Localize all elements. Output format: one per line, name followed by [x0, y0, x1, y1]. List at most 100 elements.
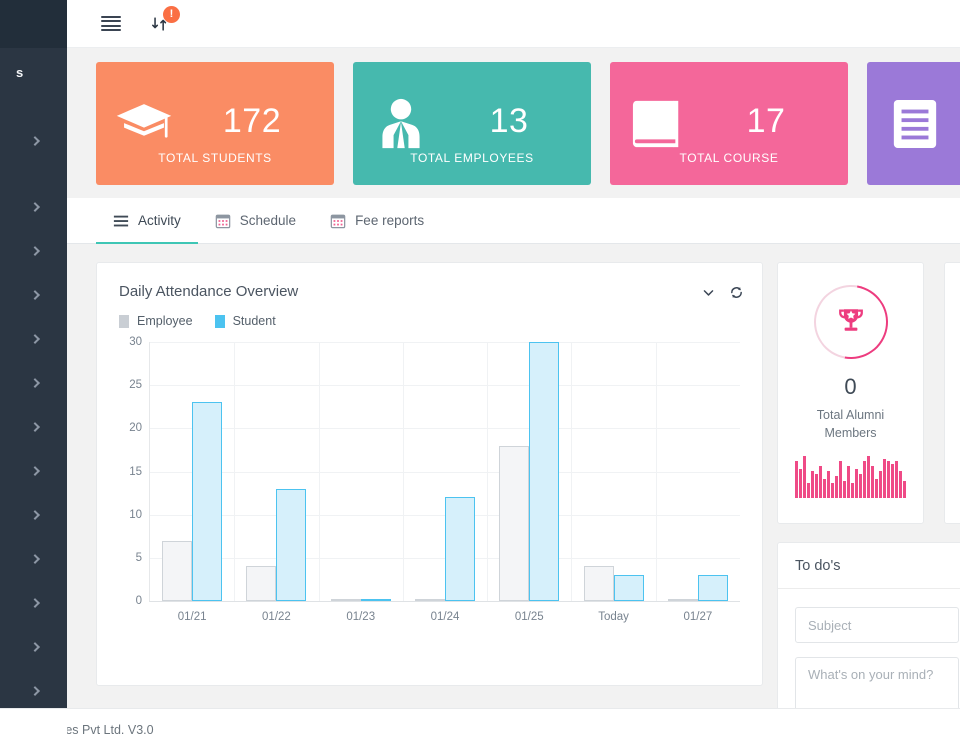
bar-student[interactable]	[192, 402, 223, 601]
bar-employee[interactable]	[667, 599, 698, 601]
sidebar-item-11[interactable]	[0, 628, 67, 672]
sync-swap-button[interactable]: !	[151, 5, 180, 33]
alumni-label-line2: Members	[824, 426, 877, 441]
alumni-count: 0	[844, 374, 857, 399]
sidebar-item-4[interactable]	[0, 320, 67, 364]
sparkline-bar	[811, 471, 814, 499]
stat-value: 13	[489, 101, 529, 140]
tab-bar: Activity Schedule Fee reports	[67, 198, 960, 244]
bar-group	[319, 342, 403, 601]
legend-item-student[interactable]: Student	[214, 314, 276, 328]
stat-value-wrap	[953, 122, 960, 126]
y-axis-tick: 20	[129, 422, 142, 435]
refresh-icon[interactable]	[729, 285, 744, 300]
dashboard-page: s ! 172 TOTAL STUDENTS 13 TOTAL EMPLOYEES 17…	[0, 0, 960, 750]
stat-label: TOTAL COURSE	[679, 151, 779, 165]
bar-group	[150, 342, 234, 601]
bar-employee[interactable]	[162, 540, 193, 601]
notification-badge: !	[163, 5, 180, 23]
tab-fee-reports[interactable]: Fee reports	[313, 198, 441, 243]
right-partial-card	[944, 262, 960, 524]
x-axis-tick: 01/24	[430, 611, 460, 623]
sidebar-item-0[interactable]	[0, 100, 67, 188]
sidebar-item-10[interactable]	[0, 584, 67, 628]
bar-group	[403, 342, 487, 601]
y-axis-tick: 25	[129, 379, 142, 392]
alumni-label-line1: Total Alumni	[816, 408, 885, 422]
legend-label: Student	[232, 314, 276, 328]
hamburger-icon[interactable]	[101, 16, 121, 31]
stat-card-1[interactable]: 13 TOTAL EMPLOYEES	[353, 62, 591, 185]
chevron-right-icon	[30, 290, 40, 300]
stat-value: 17	[746, 101, 786, 140]
sidebar-item-2[interactable]	[0, 232, 67, 276]
sparkline-bar	[883, 458, 886, 499]
calendar-icon	[330, 213, 346, 229]
bar-employee[interactable]	[583, 566, 614, 601]
footer: S Technologies Pvt Ltd. V3.0	[0, 708, 960, 750]
tab-activity[interactable]: Activity	[96, 198, 198, 244]
sidebar-item-8[interactable]	[0, 496, 67, 540]
sparkline-bar	[851, 483, 854, 499]
todo-form	[778, 589, 960, 717]
sparkline-bar	[879, 471, 882, 499]
bar-student[interactable]	[613, 575, 644, 601]
list-icon	[113, 214, 129, 228]
y-axis-tick: 15	[129, 465, 142, 478]
sidebar-item-3[interactable]	[0, 276, 67, 320]
bar-employee[interactable]	[246, 566, 277, 601]
bar-employee[interactable]	[414, 599, 445, 601]
bar-employee[interactable]	[499, 445, 530, 601]
trophy-icon	[838, 309, 863, 331]
y-axis-tick: 5	[135, 551, 142, 564]
tab-label: Schedule	[239, 213, 297, 228]
bar-group	[487, 342, 571, 601]
y-axis-tick: 30	[129, 336, 142, 348]
chevron-down-icon[interactable]	[702, 286, 715, 299]
legend-item-employee[interactable]: Employee	[119, 314, 193, 328]
bar-group	[234, 342, 318, 601]
sidebar-item-7[interactable]	[0, 452, 67, 496]
bar-student[interactable]	[444, 497, 475, 601]
sidebar-item-9[interactable]	[0, 540, 67, 584]
sidebar-item-1[interactable]	[0, 188, 67, 232]
bar-student[interactable]	[276, 488, 307, 601]
sparkline-bar	[803, 456, 806, 499]
bar-student[interactable]	[529, 342, 560, 601]
sparkline-bar	[891, 463, 894, 499]
stat-card-3[interactable]: T	[867, 62, 960, 185]
sparkline-bar	[863, 461, 866, 499]
todo-subject-input[interactable]	[795, 607, 959, 643]
sparkline-bar	[859, 473, 862, 499]
tab-schedule[interactable]: Schedule	[198, 198, 313, 243]
chart-title: Daily Attendance Overview	[119, 283, 299, 300]
chevron-right-icon	[30, 642, 40, 652]
sparkline-bar	[799, 468, 802, 499]
sparkline-bar	[819, 466, 822, 499]
chart-card-actions	[702, 283, 744, 300]
sparkline-bar	[795, 461, 798, 499]
bar-student[interactable]	[697, 575, 728, 601]
todo-title: To do's	[778, 543, 960, 589]
graduation-cap-icon	[96, 100, 182, 148]
bar-student[interactable]	[360, 599, 391, 601]
legend-swatch	[119, 314, 129, 328]
sparkline-bar	[815, 473, 818, 499]
chevron-right-icon	[30, 246, 40, 256]
sidebar-brand-area	[0, 0, 67, 48]
x-axis-tick: 01/25	[514, 611, 544, 623]
stat-card-0[interactable]: 172 TOTAL STUDENTS	[96, 62, 334, 185]
sparkline-bar	[835, 476, 838, 499]
x-axis-tick: 01/27	[683, 611, 713, 623]
bar-employee[interactable]	[330, 599, 361, 601]
sidebar-item-6[interactable]	[0, 408, 67, 452]
stat-value: 172	[222, 101, 282, 140]
sparkline-bar	[867, 456, 870, 499]
x-axis-tick: 01/22	[262, 611, 291, 623]
sidebar-item-5[interactable]	[0, 364, 67, 408]
stat-label: T	[867, 151, 960, 165]
employee-icon	[353, 98, 439, 150]
book-icon	[610, 97, 696, 151]
stat-card-2[interactable]: 17 TOTAL COURSE	[610, 62, 848, 185]
alumni-sparkline	[778, 456, 923, 499]
